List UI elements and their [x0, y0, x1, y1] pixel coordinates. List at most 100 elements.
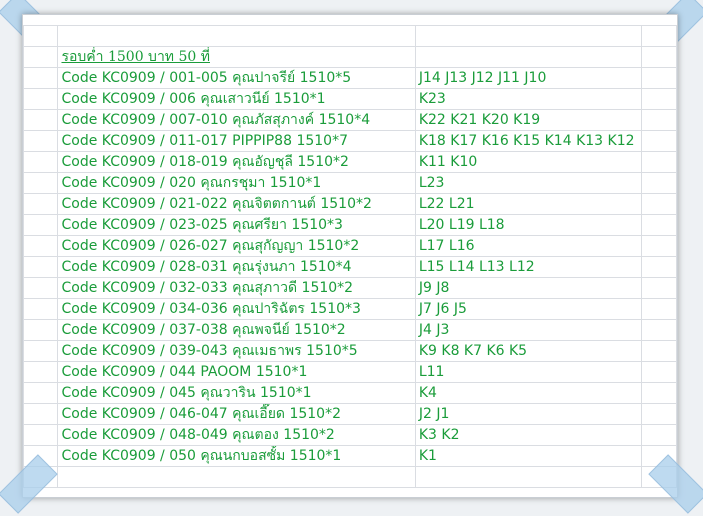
seats-cell[interactable]: L22 L21: [414, 193, 643, 215]
seats-cell[interactable]: K23: [414, 88, 643, 110]
row-end-cell[interactable]: [641, 151, 677, 173]
order-cell[interactable]: Code KC0909 / 037-038 คุณพจนีย์ 1510*2: [57, 319, 416, 341]
row-end-cell[interactable]: [641, 319, 677, 341]
table-row: Code KC0909 / 037-038 คุณพจนีย์ 1510*2 J4…: [23, 319, 677, 341]
row-end-cell[interactable]: [641, 172, 677, 194]
title-row: รอบค่ำ 1500 บาท 50 ที่: [23, 46, 677, 68]
seats-cell[interactable]: K11 K10: [414, 151, 643, 173]
row-spacer-cell[interactable]: [23, 67, 59, 89]
row-end-cell[interactable]: [641, 109, 677, 131]
row-end-cell[interactable]: [641, 403, 677, 425]
table-row: Code KC0909 / 018-019 คุณอัญชุลี 1510*2 K…: [23, 151, 677, 173]
row-end-cell[interactable]: [641, 361, 677, 383]
row-end-cell[interactable]: [641, 298, 677, 320]
row-end-cell[interactable]: [641, 130, 677, 152]
row-spacer-cell[interactable]: [23, 382, 59, 404]
empty-cell[interactable]: [57, 466, 416, 488]
order-cell[interactable]: Code KC0909 / 007-010 คุณภัสสุภางค์ 1510…: [57, 109, 416, 131]
order-cell[interactable]: Code KC0909 / 001-005 คุณปาจรีย์ 1510*5: [57, 67, 416, 89]
row-end-cell[interactable]: [641, 88, 677, 110]
order-cell[interactable]: Code KC0909 / 018-019 คุณอัญชุลี 1510*2: [57, 151, 416, 173]
row-end-cell[interactable]: [641, 382, 677, 404]
order-cell[interactable]: Code KC0909 / 023-025 คุณศรียา 1510*3: [57, 214, 416, 236]
seats-cell[interactable]: K1: [414, 445, 643, 467]
order-cell[interactable]: Code KC0909 / 026-027 คุณสุกัญญา 1510*2: [57, 235, 416, 257]
seats-cell[interactable]: K18 K17 K16 K15 K14 K13 K12: [414, 130, 643, 152]
row-end-cell[interactable]: [641, 256, 677, 278]
row-spacer-cell[interactable]: [23, 172, 59, 194]
row-end-cell[interactable]: [641, 235, 677, 257]
table-row: Code KC0909 / 001-005 คุณปาจรีย์ 1510*5 J…: [23, 67, 677, 89]
order-cell[interactable]: Code KC0909 / 048-049 คุณตอง 1510*2: [57, 424, 416, 446]
row-spacer-cell[interactable]: [23, 214, 59, 236]
row-spacer-cell[interactable]: [23, 298, 59, 320]
order-cell[interactable]: Code KC0909 / 046-047 คุณเอี๊ยด 1510*2: [57, 403, 416, 425]
seats-cell[interactable]: K9 K8 K7 K6 K5: [414, 340, 643, 362]
table-row: Code KC0909 / 028-031 คุณรุ่งนภา 1510*4 L…: [23, 256, 677, 278]
table-row: Code KC0909 / 032-033 คุณสุภาวดี 1510*2 J…: [23, 277, 677, 299]
seats-cell[interactable]: L11: [414, 361, 643, 383]
seats-cell[interactable]: L17 L16: [414, 235, 643, 257]
order-cell[interactable]: Code KC0909 / 011-017 PIPPIP88 1510*7: [57, 130, 416, 152]
spreadsheet-sheet: รอบค่ำ 1500 บาท 50 ที่ Code KC0909 / 001…: [22, 14, 678, 498]
spreadsheet-grid: รอบค่ำ 1500 บาท 50 ที่ Code KC0909 / 001…: [23, 25, 677, 488]
row-spacer-cell[interactable]: [23, 193, 59, 215]
table-row: Code KC0909 / 044 PAOOM 1510*1 L11: [23, 361, 677, 383]
order-cell[interactable]: Code KC0909 / 039-043 คุณเมธาพร 1510*5: [57, 340, 416, 362]
seats-cell[interactable]: J2 J1: [414, 403, 643, 425]
order-cell[interactable]: Code KC0909 / 020 คุณกรชุมา 1510*1: [57, 172, 416, 194]
empty-cell[interactable]: [414, 466, 643, 488]
row-end-cell[interactable]: [641, 214, 677, 236]
row-spacer-cell[interactable]: [23, 235, 59, 257]
order-cell[interactable]: Code KC0909 / 050 คุณนกบอสซั้ม 1510*1: [57, 445, 416, 467]
table-row: Code KC0909 / 046-047 คุณเอี๊ยด 1510*2 J2…: [23, 403, 677, 425]
table-row: Code KC0909 / 048-049 คุณตอง 1510*2 K3 K2: [23, 424, 677, 446]
order-cell[interactable]: Code KC0909 / 034-036 คุณปาริฉัตร 1510*3: [57, 298, 416, 320]
row-end-cell[interactable]: [641, 277, 677, 299]
row-spacer-cell[interactable]: [23, 88, 59, 110]
order-cell[interactable]: Code KC0909 / 006 คุณเสาวนีย์ 1510*1: [57, 88, 416, 110]
seats-cell[interactable]: L20 L19 L18: [414, 214, 643, 236]
order-cell[interactable]: Code KC0909 / 021-022 คุณจิตตกานต์ 1510*…: [57, 193, 416, 215]
row-spacer-cell[interactable]: [23, 424, 59, 446]
row-end-cell[interactable]: [641, 67, 677, 89]
order-cell[interactable]: Code KC0909 / 045 คุณวาริน 1510*1: [57, 382, 416, 404]
row-spacer-cell[interactable]: [23, 256, 59, 278]
row-spacer-cell[interactable]: [23, 109, 59, 131]
table-row: Code KC0909 / 034-036 คุณปาริฉัตร 1510*3…: [23, 298, 677, 320]
table-row: Code KC0909 / 023-025 คุณศรียา 1510*3 L20…: [23, 214, 677, 236]
table-row: Code KC0909 / 039-043 คุณเมธาพร 1510*5 K9…: [23, 340, 677, 362]
row-spacer-cell[interactable]: [23, 277, 59, 299]
table-row: Code KC0909 / 045 คุณวาริน 1510*1 K4: [23, 382, 677, 404]
row-end-cell[interactable]: [641, 340, 677, 362]
blank-row: [23, 466, 677, 488]
order-cell[interactable]: Code KC0909 / 028-031 คุณรุ่งนภา 1510*4: [57, 256, 416, 278]
seats-cell[interactable]: J4 J3: [414, 319, 643, 341]
table-row: Code KC0909 / 021-022 คุณจิตตกานต์ 1510*…: [23, 193, 677, 215]
blank-row: [23, 25, 677, 47]
row-spacer-cell[interactable]: [23, 130, 59, 152]
order-cell[interactable]: Code KC0909 / 032-033 คุณสุภาวดี 1510*2: [57, 277, 416, 299]
row-spacer-cell[interactable]: [23, 319, 59, 341]
table-row: Code KC0909 / 007-010 คุณภัสสุภางค์ 1510…: [23, 109, 677, 131]
row-spacer-cell[interactable]: [23, 361, 59, 383]
order-cell[interactable]: Code KC0909 / 044 PAOOM 1510*1: [57, 361, 416, 383]
seats-cell[interactable]: J9 J8: [414, 277, 643, 299]
table-row: Code KC0909 / 006 คุณเสาวนีย์ 1510*1 K23: [23, 88, 677, 110]
table-row: Code KC0909 / 020 คุณกรชุมา 1510*1 L23: [23, 172, 677, 194]
row-spacer-cell[interactable]: [23, 151, 59, 173]
row-spacer-cell[interactable]: [23, 340, 59, 362]
seats-cell[interactable]: J14 J13 J12 J11 J10: [414, 67, 643, 89]
seats-cell[interactable]: L15 L14 L13 L12: [414, 256, 643, 278]
table-row: Code KC0909 / 026-027 คุณสุกัญญา 1510*2 L…: [23, 235, 677, 257]
seats-cell[interactable]: L23: [414, 172, 643, 194]
table-row: Code KC0909 / 050 คุณนกบอสซั้ม 1510*1 K1: [23, 445, 677, 467]
row-end-cell[interactable]: [641, 424, 677, 446]
seats-cell[interactable]: K4: [414, 382, 643, 404]
seats-cell[interactable]: K22 K21 K20 K19: [414, 109, 643, 131]
row-spacer-cell[interactable]: [23, 403, 59, 425]
sheet-title[interactable]: รอบค่ำ 1500 บาท 50 ที่: [57, 46, 416, 68]
row-end-cell[interactable]: [641, 193, 677, 215]
seats-cell[interactable]: K3 K2: [414, 424, 643, 446]
seats-cell[interactable]: J7 J6 J5: [414, 298, 643, 320]
